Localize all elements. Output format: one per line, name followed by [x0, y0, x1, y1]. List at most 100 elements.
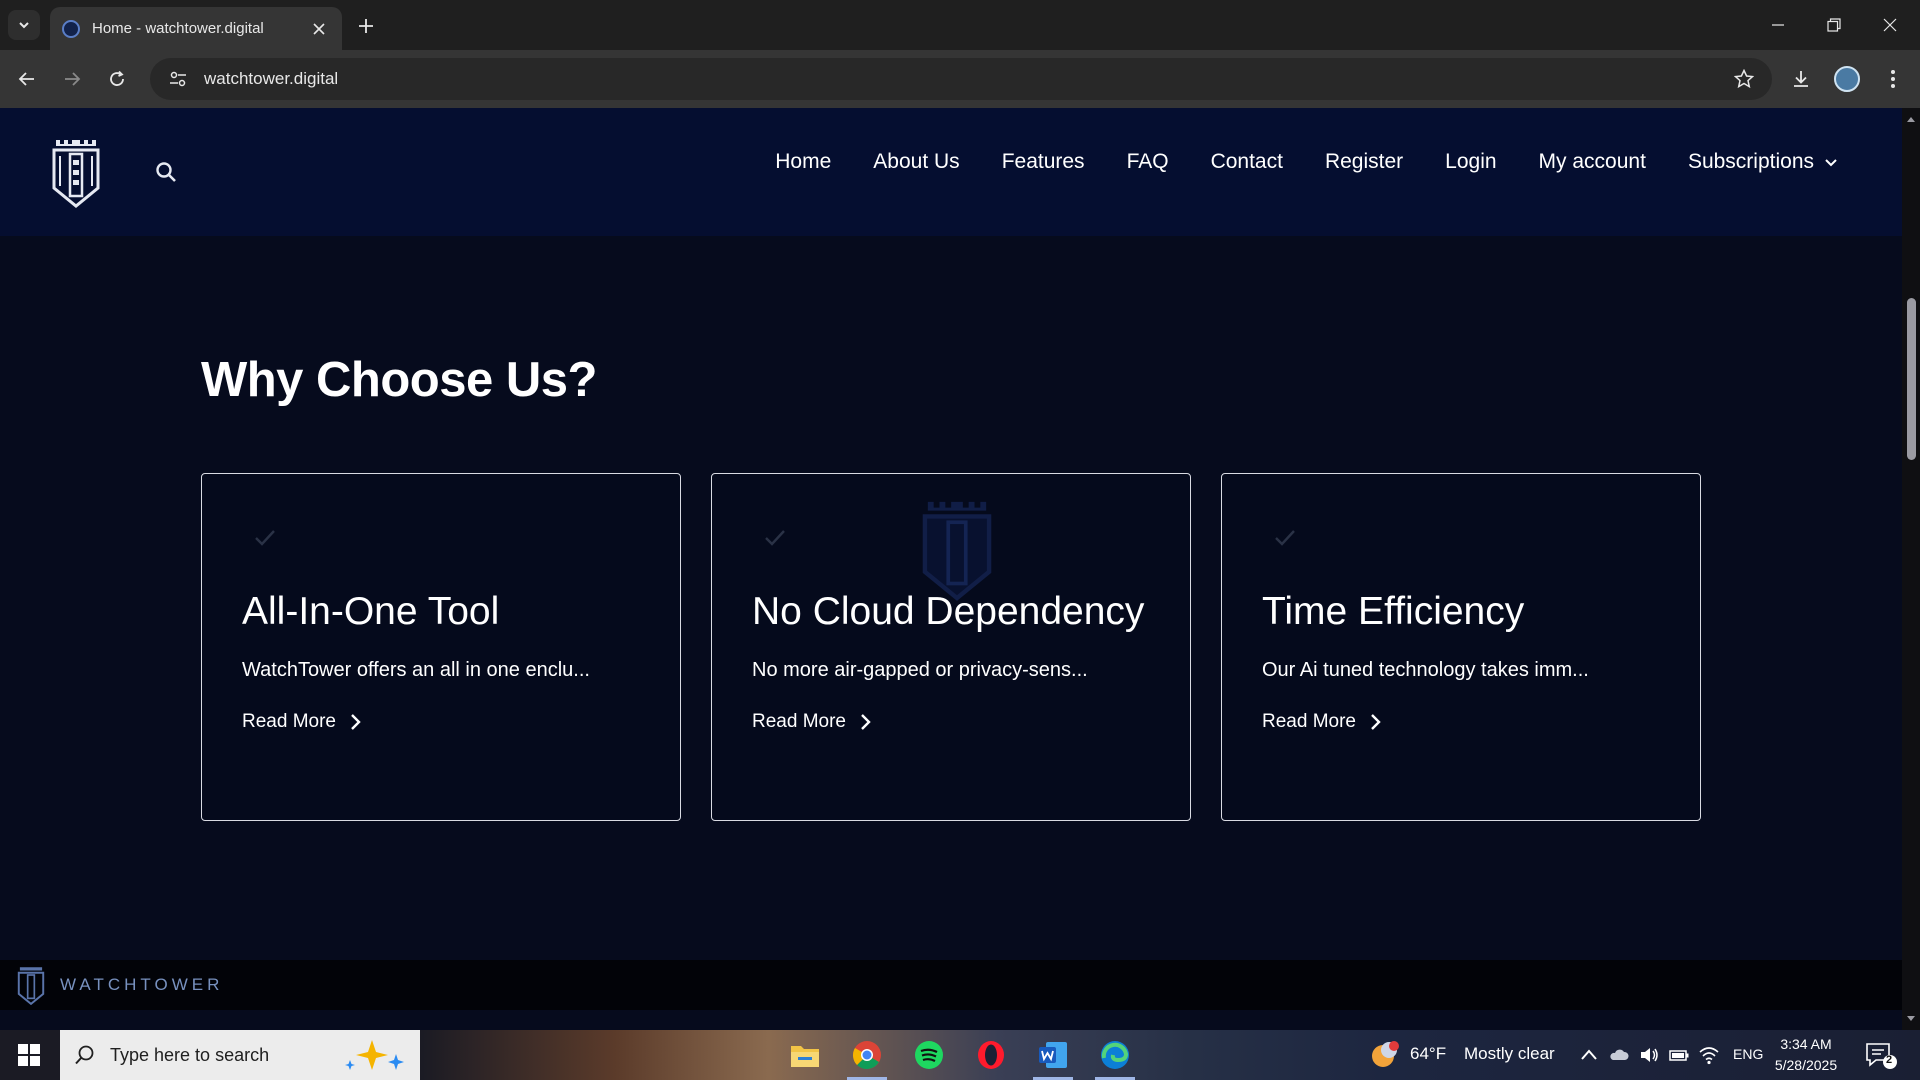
taskbar-search-box[interactable]: Type here to search — [60, 1030, 420, 1080]
url-text: watchtower.digital — [204, 69, 339, 88]
site-favicon-icon — [62, 19, 80, 38]
start-button[interactable] — [0, 1030, 58, 1080]
site-info-button[interactable] — [158, 58, 198, 100]
nav-about-us[interactable]: About Us — [873, 150, 959, 174]
bookmark-button[interactable] — [1732, 67, 1756, 91]
battery-icon[interactable] — [1668, 1044, 1690, 1066]
browser-tab-bar: Home - watchtower.digital — [0, 0, 1920, 50]
taskbar-spotify[interactable] — [899, 1030, 959, 1080]
chevron-down-icon — [19, 22, 29, 29]
watchtower-logo-icon[interactable] — [14, 965, 48, 1005]
watchtower-logo-icon[interactable] — [50, 136, 102, 208]
reload-icon — [110, 70, 124, 86]
opera-icon — [978, 1041, 1004, 1069]
check-icon — [765, 530, 785, 546]
weather-description[interactable]: Mostly clear — [1464, 1044, 1555, 1064]
download-icon — [1794, 71, 1808, 87]
read-more-label: Read More — [752, 711, 846, 732]
downloads-button[interactable] — [1784, 62, 1818, 96]
chevron-right-icon — [861, 714, 871, 730]
new-tab-button[interactable] — [352, 12, 380, 40]
scroll-up-icon[interactable] — [1906, 114, 1916, 124]
read-more-label: Read More — [242, 711, 336, 732]
tune-icon — [170, 71, 186, 87]
plus-icon — [359, 19, 373, 33]
restore-button[interactable] — [1806, 0, 1862, 50]
profile-button[interactable] — [1830, 62, 1864, 96]
chevron-down-icon — [1825, 159, 1837, 167]
forward-button[interactable] — [55, 62, 89, 96]
nav-subscriptions-label: Subscriptions — [1687, 150, 1814, 173]
notification-icon — [1866, 1043, 1897, 1069]
card-text: No more air-gapped or privacy-sens... — [752, 659, 1088, 681]
search-icon — [75, 1045, 94, 1065]
notification-center-button[interactable]: 2 — [1864, 1040, 1898, 1070]
read-more-link[interactable]: Read More — [242, 711, 362, 733]
section-title: Why Choose Us? — [201, 353, 597, 407]
input-language[interactable]: ENG — [1733, 1046, 1763, 1062]
browser-toolbar: watchtower.digital — [0, 50, 1920, 108]
chevron-up-icon[interactable] — [1578, 1044, 1600, 1066]
nav-home[interactable]: Home — [775, 150, 831, 174]
cloud-icon[interactable] — [1608, 1044, 1630, 1066]
taskbar-file-explorer[interactable] — [775, 1030, 835, 1080]
nav-faq[interactable]: FAQ — [1127, 150, 1169, 174]
taskbar-clock[interactable]: 3:34 AM 5/28/2025 — [1762, 1034, 1850, 1076]
taskbar-opera[interactable] — [961, 1030, 1021, 1080]
page-scrollbar[interactable] — [1902, 108, 1920, 1030]
window-close-button[interactable] — [1862, 0, 1918, 50]
taskbar-chrome[interactable] — [837, 1030, 897, 1080]
nav-my-account[interactable]: My account — [1539, 150, 1646, 174]
sticky-footer-bar: WATCHTOWER — [0, 960, 1902, 1010]
taskbar-word[interactable] — [1023, 1030, 1083, 1080]
nav-register[interactable]: Register — [1325, 150, 1403, 174]
notification-count: 2 — [1886, 1054, 1893, 1066]
card-text: Our Ai tuned technology takes imm... — [1262, 659, 1589, 681]
arrow-left-icon — [18, 72, 34, 86]
reload-button[interactable] — [100, 62, 134, 96]
restore-icon — [1827, 18, 1841, 32]
avatar — [1834, 66, 1860, 92]
nav-features[interactable]: Features — [1002, 150, 1085, 174]
arrow-right-icon — [65, 72, 81, 86]
nav-contact[interactable]: Contact — [1211, 150, 1283, 174]
watchtower-watermark-icon — [922, 501, 992, 601]
wifi-icon[interactable] — [1698, 1044, 1720, 1066]
close-icon — [313, 22, 325, 35]
minimize-icon — [1772, 24, 1784, 26]
star-icon — [1734, 69, 1754, 89]
scroll-down-icon[interactable] — [1906, 1014, 1916, 1024]
site-header: Home About Us Features FAQ Contact Regis… — [0, 108, 1902, 236]
minimize-button[interactable] — [1750, 0, 1806, 50]
more-vertical-icon — [1891, 70, 1895, 88]
read-more-link[interactable]: Read More — [752, 711, 872, 733]
taskbar-edge[interactable] — [1085, 1030, 1145, 1080]
windows-logo-icon — [18, 1044, 40, 1066]
windows-taskbar: Type here to search 64°F Mostly clear EN… — [0, 1030, 1920, 1080]
search-icon[interactable] — [154, 160, 178, 184]
read-more-link[interactable]: Read More — [1262, 711, 1382, 733]
close-icon — [1883, 18, 1897, 32]
feature-cards: All-In-One Tool WatchTower offers an all… — [201, 473, 1701, 821]
weather-moon-icon[interactable] — [1370, 1040, 1400, 1070]
chevron-right-icon — [351, 714, 361, 730]
tab-title: Home - watchtower.digital — [92, 20, 264, 37]
back-button[interactable] — [10, 62, 44, 96]
tab-search-button[interactable] — [8, 10, 40, 40]
weather-temperature[interactable]: 64°F — [1410, 1044, 1446, 1064]
nav-subscriptions[interactable]: Subscriptions — [1688, 150, 1838, 174]
volume-icon[interactable] — [1638, 1044, 1660, 1066]
chrome-icon — [853, 1041, 881, 1070]
tab-close-button[interactable] — [308, 18, 330, 40]
address-bar[interactable]: watchtower.digital — [150, 58, 1772, 100]
browser-menu-button[interactable] — [1876, 62, 1910, 96]
scrollbar-thumb[interactable] — [1907, 298, 1916, 460]
check-icon — [1275, 530, 1295, 546]
card-title: No Cloud Dependency — [752, 590, 1145, 633]
clock-time: 3:34 AM — [1780, 1036, 1832, 1052]
word-icon — [1039, 1042, 1067, 1068]
feature-card: No Cloud Dependency No more air-gapped o… — [711, 473, 1191, 821]
spotify-icon — [915, 1041, 943, 1069]
browser-tab-active[interactable]: Home - watchtower.digital — [50, 7, 342, 50]
nav-login[interactable]: Login — [1445, 150, 1496, 174]
